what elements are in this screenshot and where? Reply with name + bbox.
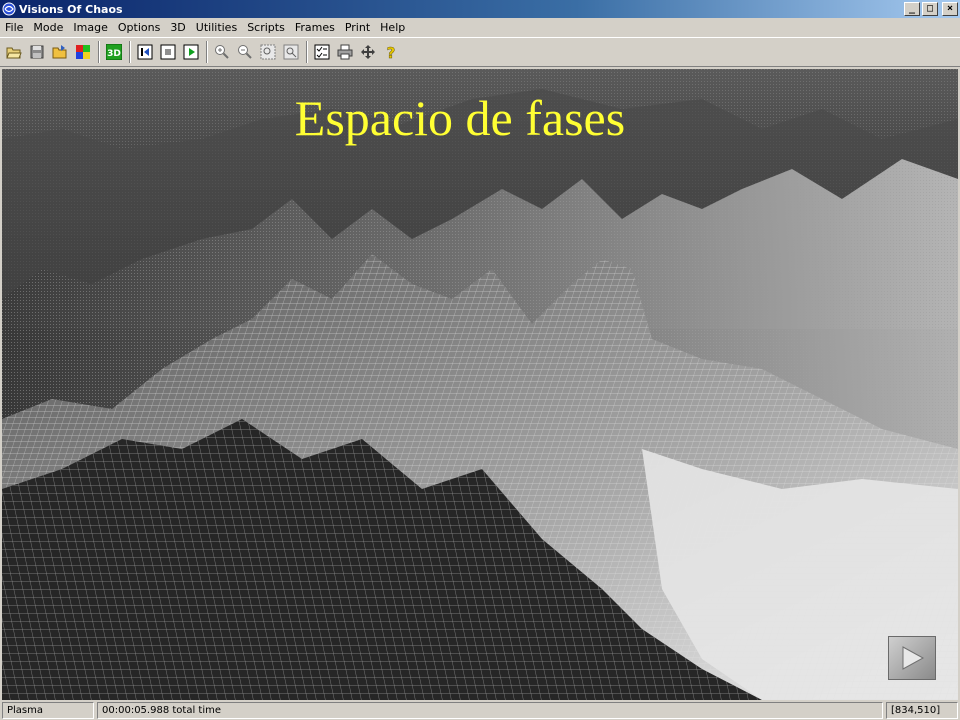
status-bar: Plasma 00:00:05.988 total time [834,510]	[0, 701, 960, 720]
help-icon: ?	[386, 44, 396, 60]
zoom-out-button[interactable]	[234, 41, 256, 63]
folder-open-icon	[52, 45, 67, 59]
window-controls: _ □ ×	[904, 2, 958, 16]
print-button[interactable]	[334, 41, 356, 63]
checklist-button[interactable]	[311, 41, 333, 63]
print-icon	[337, 44, 353, 60]
overlay-title: Espacio de fases	[294, 90, 626, 146]
play-arrow-icon	[902, 646, 925, 670]
close-button[interactable]: ×	[942, 2, 958, 16]
zoom-in-button[interactable]	[211, 41, 233, 63]
menu-3d[interactable]: 3D	[165, 21, 190, 34]
app-icon	[2, 2, 16, 16]
3d-button[interactable]: 3D	[103, 41, 125, 63]
zoom-fit-icon	[283, 44, 299, 60]
save-button[interactable]	[26, 41, 48, 63]
move-button[interactable]	[357, 41, 379, 63]
menu-frames[interactable]: Frames	[290, 21, 340, 34]
render-canvas[interactable]: Espacio de fases	[2, 69, 958, 700]
menu-file[interactable]: File	[0, 21, 28, 34]
window-title: Visions Of Chaos	[19, 2, 123, 16]
play-icon	[183, 44, 199, 60]
3d-icon: 3D	[106, 44, 122, 60]
menu-utilities[interactable]: Utilities	[191, 21, 242, 34]
stop-button[interactable]	[157, 41, 179, 63]
status-coords: [834,510]	[886, 702, 958, 719]
open-icon	[6, 47, 22, 59]
checklist-icon	[314, 44, 330, 60]
3d-label: 3D	[107, 49, 121, 59]
zoom-fit-button[interactable]	[280, 41, 302, 63]
zoom-in-icon	[215, 45, 229, 59]
play-button[interactable]	[180, 41, 202, 63]
menu-print[interactable]: Print	[340, 21, 375, 34]
toolbar-separator	[206, 41, 208, 63]
palette-button[interactable]	[72, 41, 94, 63]
menu-image[interactable]: Image	[68, 21, 112, 34]
minimize-button[interactable]: _	[904, 2, 920, 16]
menu-mode[interactable]: Mode	[28, 21, 68, 34]
menu-help[interactable]: Help	[375, 21, 410, 34]
next-slide-button[interactable]	[888, 636, 936, 680]
menu-bar: File Mode Image Options 3D Utilities Scr…	[0, 18, 960, 36]
toolbar-separator	[129, 41, 131, 63]
status-time: 00:00:05.988 total time	[97, 702, 883, 719]
rewind-icon	[137, 44, 153, 60]
zoom-out-icon	[238, 45, 252, 59]
move-icon	[361, 45, 375, 59]
save-icon	[30, 45, 44, 59]
zoom-region-icon	[260, 44, 276, 60]
menu-scripts[interactable]: Scripts	[242, 21, 290, 34]
toolbar: 3D ?	[0, 37, 960, 67]
status-mode: Plasma	[2, 702, 94, 719]
folder-open-button[interactable]	[49, 41, 71, 63]
zoom-region-button[interactable]	[257, 41, 279, 63]
plasma-terrain-image	[2, 69, 958, 700]
help-button[interactable]: ?	[380, 41, 402, 63]
svg-text:?: ?	[387, 44, 396, 60]
palette-icon	[76, 45, 90, 59]
open-button[interactable]	[3, 41, 25, 63]
maximize-button[interactable]: □	[922, 2, 938, 16]
toolbar-separator	[306, 41, 308, 63]
rewind-button[interactable]	[134, 41, 156, 63]
title-bar: Visions Of Chaos _ □ ×	[0, 0, 960, 18]
menu-options[interactable]: Options	[113, 21, 165, 34]
toolbar-separator	[98, 41, 100, 63]
stop-icon	[160, 44, 176, 60]
